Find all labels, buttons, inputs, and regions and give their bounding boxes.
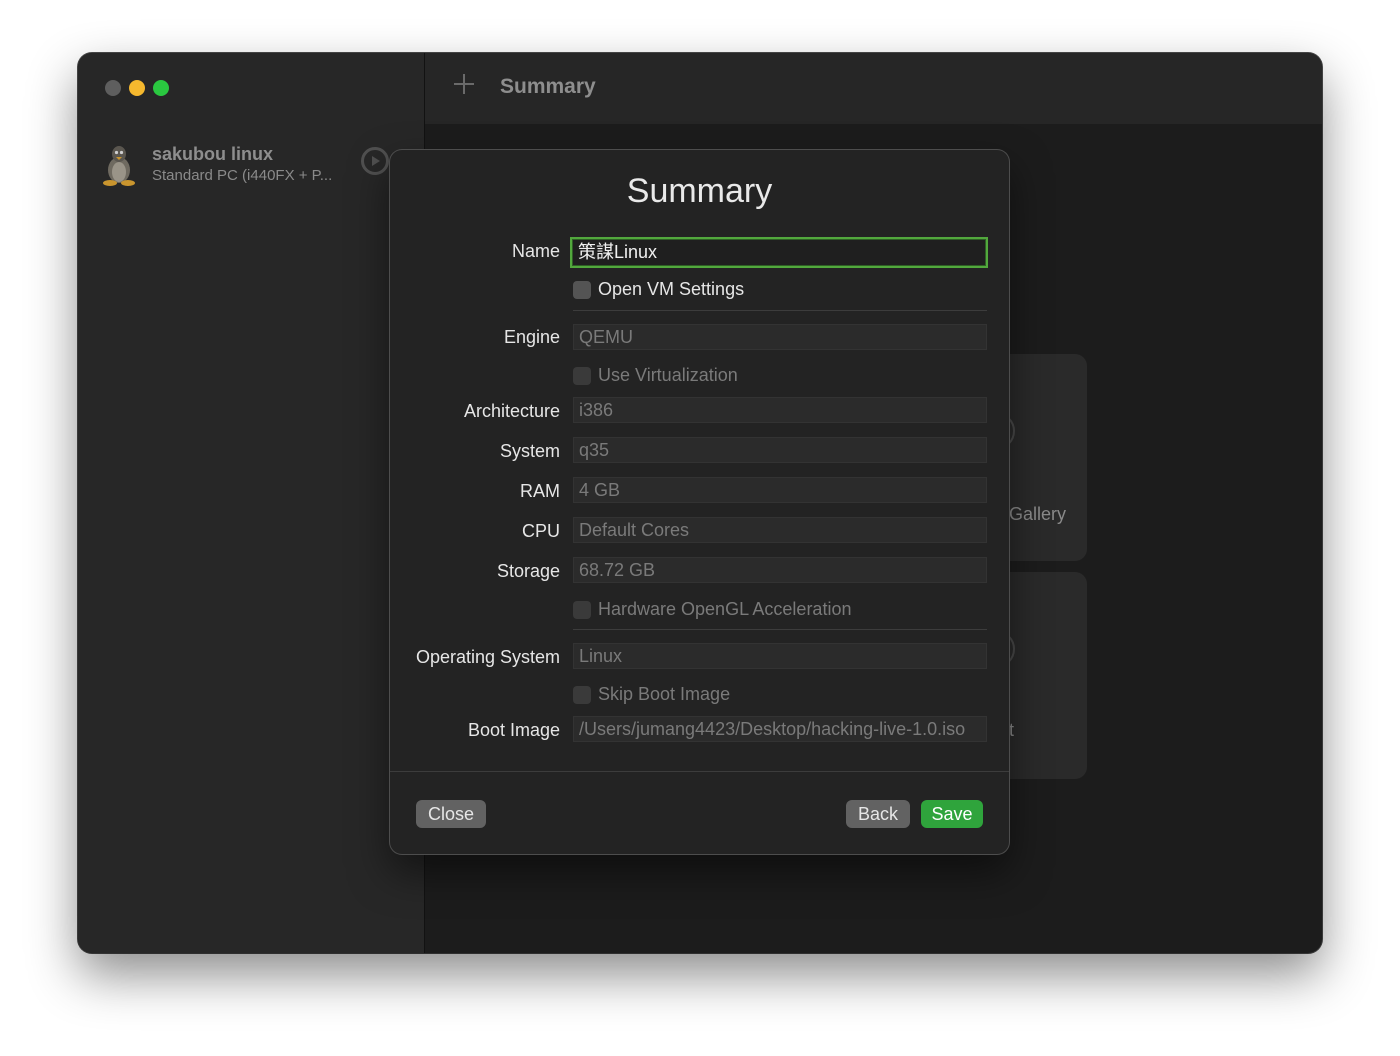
checkbox-box xyxy=(573,366,591,385)
close-window-button[interactable] xyxy=(105,80,121,96)
vm-name: sakubou linux xyxy=(152,144,274,164)
checkbox-label: Skip Boot Image xyxy=(598,684,731,704)
toolbar-title: Summary xyxy=(500,75,596,98)
os-label: Operating System xyxy=(415,647,560,667)
vm-description: Standard PC (i440FX + P... xyxy=(152,167,333,184)
checkbox-label: Use Virtualization xyxy=(598,365,738,385)
dialog-title: Summary xyxy=(626,172,773,210)
checkbox-box[interactable] xyxy=(573,280,591,299)
divider xyxy=(573,310,987,311)
run-vm-button[interactable] xyxy=(361,147,389,175)
window-controls xyxy=(105,80,169,96)
storage-field: 68.72 GB xyxy=(573,557,987,583)
os-field: Linux xyxy=(573,643,987,669)
cpu-label: CPU xyxy=(521,521,560,541)
ram-field: 4 GB xyxy=(573,477,987,503)
storage-label: Storage xyxy=(496,561,560,581)
checkbox-box xyxy=(573,685,591,704)
checkbox-label: Open VM Settings xyxy=(598,279,745,299)
back-button[interactable]: Back xyxy=(846,800,910,828)
toolbar: Summary xyxy=(425,53,1322,124)
save-button[interactable]: Save xyxy=(921,800,983,828)
system-field: q35 xyxy=(573,437,987,463)
summary-dialog: Summary Name 策謀Linux Open VM Settings En… xyxy=(390,150,1009,854)
cpu-field: Default Cores xyxy=(573,517,987,543)
boot-image-field: /Users/jumang4423/Desktop/hacking-live-1… xyxy=(573,716,987,742)
card-label: t xyxy=(1009,720,1015,740)
play-icon xyxy=(372,156,380,166)
architecture-field: i386 xyxy=(573,397,987,423)
checkbox-box xyxy=(573,600,591,619)
name-field[interactable]: 策謀Linux xyxy=(570,237,988,268)
engine-label: Engine xyxy=(503,327,560,347)
zoom-window-button[interactable] xyxy=(153,80,169,96)
footer-divider xyxy=(390,771,1009,772)
linux-penguin-icon xyxy=(103,146,135,186)
divider xyxy=(573,629,987,630)
open-vm-settings-checkbox[interactable]: Open VM Settings xyxy=(573,279,744,300)
card-label: Gallery xyxy=(1009,504,1067,524)
system-label: System xyxy=(499,441,560,461)
name-label: Name xyxy=(511,241,560,261)
plus-icon[interactable] xyxy=(453,73,475,95)
minimize-window-button[interactable] xyxy=(129,80,145,96)
sidebar: sakubou linux Standard PC (i440FX + P... xyxy=(78,53,425,953)
checkbox-label: Hardware OpenGL Acceleration xyxy=(598,599,852,619)
ram-label: RAM xyxy=(520,481,560,501)
use-virtualization-checkbox: Use Virtualization xyxy=(573,365,738,386)
engine-field: QEMU xyxy=(573,324,987,350)
sidebar-vm-item[interactable]: sakubou linux Standard PC (i440FX + P... xyxy=(100,141,400,191)
hardware-opengl-checkbox: Hardware OpenGL Acceleration xyxy=(573,599,851,620)
skip-boot-image-checkbox: Skip Boot Image xyxy=(573,684,730,705)
architecture-label: Architecture xyxy=(463,401,560,421)
boot-image-label: Boot Image xyxy=(467,720,560,740)
close-button[interactable]: Close xyxy=(416,800,486,828)
